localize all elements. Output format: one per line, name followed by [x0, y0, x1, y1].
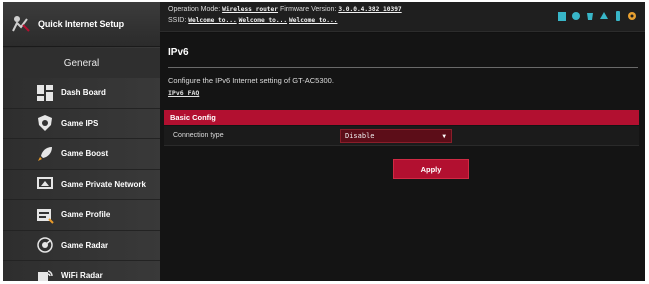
rocket-icon: [38, 146, 52, 161]
usb-icon[interactable]: [585, 10, 595, 22]
sidebar-item-game-private-network[interactable]: Game Private Network: [3, 169, 160, 200]
radar-icon: [37, 237, 53, 253]
connection-type-row: Connection type Disable ▼: [164, 126, 639, 146]
page-title: IPv6: [168, 47, 189, 58]
dashboard-icon: [37, 84, 53, 101]
sidebar-item-label: Game Profile: [61, 210, 111, 220]
sidebar-item-game-radar[interactable]: Game Radar: [3, 230, 160, 261]
gear-icon[interactable]: [627, 10, 637, 22]
apply-button[interactable]: Apply: [393, 159, 469, 179]
connection-type-select[interactable]: Disable ▼: [340, 129, 452, 143]
operation-mode-row: Operation Mode: Wireless router Firmware…: [168, 6, 402, 13]
connection-type-value: Disable: [345, 132, 375, 140]
firmware-link[interactable]: 3.0.0.4.382_10397: [338, 6, 401, 13]
phone-icon[interactable]: [613, 10, 623, 22]
quick-internet-setup-button[interactable]: Quick Internet Setup: [3, 2, 160, 47]
basic-config-header: Basic Config: [164, 110, 639, 125]
wifi-radar-icon: [38, 270, 53, 281]
setup-wizard-icon: [12, 16, 30, 32]
operation-mode-label: Operation Mode:: [168, 6, 221, 13]
page-description: Configure the IPv6 Internet setting of G…: [168, 76, 334, 85]
quick-internet-setup-label: Quick Internet Setup: [38, 19, 125, 29]
sidebar-item-label: Game Private Network: [61, 179, 146, 189]
sidebar-item-game-ips[interactable]: Game IPS: [3, 108, 160, 139]
sidebar-nav: Dash Board Game IPS Game Boost Game Priv…: [3, 78, 160, 281]
status-icons: [557, 10, 637, 22]
ipv6-faq-link[interactable]: IPv6 FAQ: [168, 89, 199, 97]
wifi-status-icon[interactable]: [557, 10, 567, 22]
shield-icon: [38, 115, 52, 132]
ssid-link-3[interactable]: Welcome to...: [289, 17, 337, 24]
status-banner: Operation Mode: Wireless router Firmware…: [160, 2, 645, 32]
sidebar-item-game-boost[interactable]: Game Boost: [3, 139, 160, 170]
sidebar-item-dash-board[interactable]: Dash Board: [3, 78, 160, 109]
general-section-header: General: [3, 48, 160, 78]
ssid-row: SSID: Welcome to... Welcome to... Welcom…: [168, 17, 337, 24]
sidebar-item-label: Game Boost: [61, 149, 109, 159]
monitor-icon: [37, 177, 53, 190]
chevron-down-icon: ▼: [442, 133, 446, 140]
ssid-link-2[interactable]: Welcome to...: [239, 17, 287, 24]
network-icon[interactable]: [599, 10, 609, 22]
sidebar-item-label: Dash Board: [61, 88, 106, 98]
operation-mode-link[interactable]: Wireless router: [222, 6, 278, 13]
sidebar-item-label: Game IPS: [61, 118, 99, 128]
sidebar-item-wifi-radar[interactable]: WiFi Radar: [3, 261, 160, 281]
title-divider: [168, 67, 638, 68]
router-admin-window: Quick Internet Setup General Dash Board …: [3, 2, 645, 281]
ssid-label: SSID:: [168, 17, 187, 24]
sidebar: Quick Internet Setup General Dash Board …: [3, 2, 160, 281]
profile-icon: [37, 208, 54, 224]
sidebar-item-label: WiFi Radar: [61, 271, 103, 281]
sidebar-item-game-profile[interactable]: Game Profile: [3, 200, 160, 231]
sidebar-item-label: Game Radar: [61, 240, 109, 250]
globe-icon[interactable]: [571, 10, 581, 22]
main-panel: IPv6 Configure the IPv6 Internet setting…: [160, 33, 645, 281]
connection-type-label: Connection type: [173, 132, 224, 139]
ssid-link-1[interactable]: Welcome to...: [188, 17, 236, 24]
firmware-label: Firmware Version:: [279, 6, 337, 13]
